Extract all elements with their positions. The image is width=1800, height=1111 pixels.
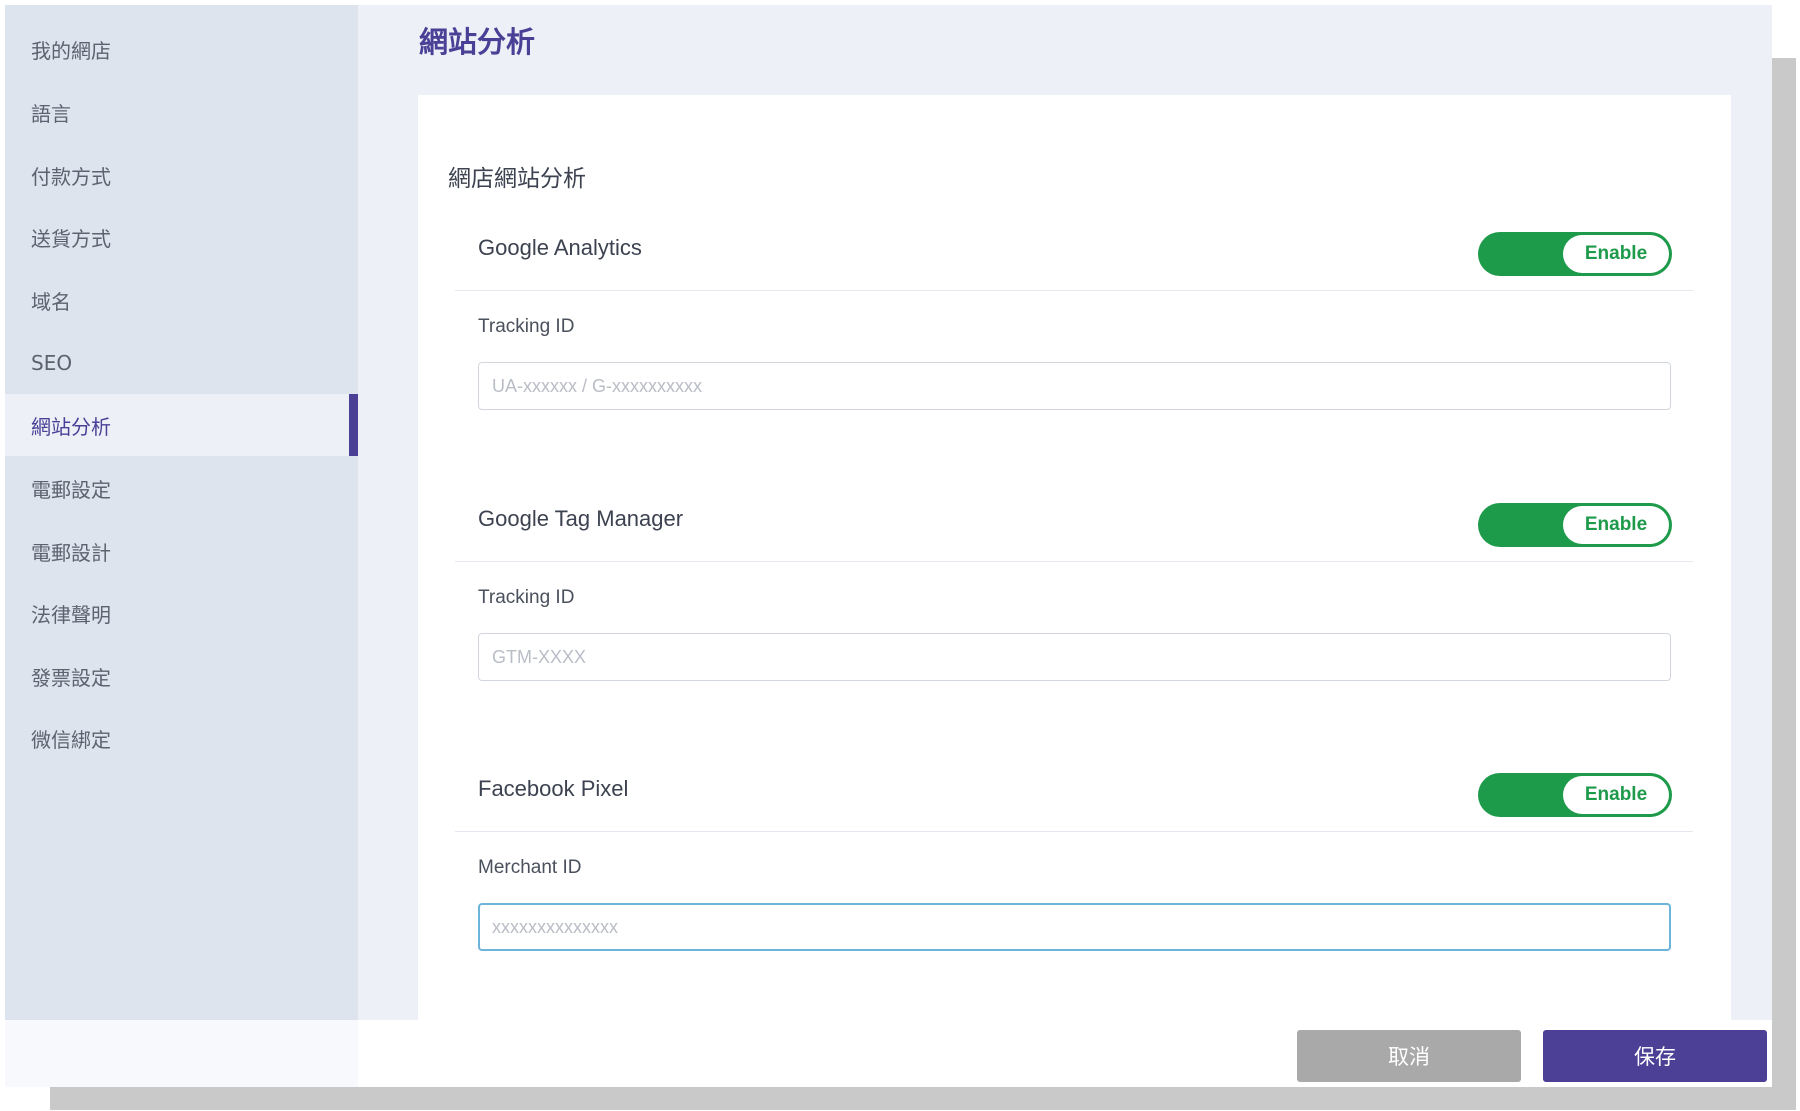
sidebar-item-payment[interactable]: 付款方式 xyxy=(5,144,358,206)
sidebar-item-domain[interactable]: 域名 xyxy=(5,269,358,331)
field-label: Merchant ID xyxy=(478,857,582,878)
sidebar-item-label: 法律聲明 xyxy=(31,602,111,627)
sidebar-item-email-settings[interactable]: 電郵設定 xyxy=(5,457,358,519)
facebook-pixel-merchant-id-input[interactable] xyxy=(478,903,1671,951)
google-tag-manager-toggle[interactable]: Enable xyxy=(1478,503,1672,547)
footer-bar: 取消 保存 xyxy=(5,1020,1772,1087)
toggle-label: Enable xyxy=(1563,235,1669,273)
sidebar-item-label: 送貨方式 xyxy=(31,226,111,251)
divider xyxy=(455,561,1693,562)
service-name: Google Analytics xyxy=(478,235,642,260)
sidebar-item-email-design[interactable]: 電郵設計 xyxy=(5,520,358,582)
sidebar-item-label: 網站分析 xyxy=(31,414,111,439)
save-button[interactable]: 保存 xyxy=(1543,1030,1767,1082)
sidebar-item-label: 我的網店 xyxy=(31,38,111,63)
sidebar-item-label: 電郵設定 xyxy=(31,477,111,502)
sidebar-item-label: 付款方式 xyxy=(31,164,111,189)
sidebar-item-shipping[interactable]: 送貨方式 xyxy=(5,206,358,268)
sidebar-item-wechat[interactable]: 微信綁定 xyxy=(5,707,358,769)
field-label: Tracking ID xyxy=(478,587,575,608)
sidebar-item-label: 域名 xyxy=(31,289,71,314)
sidebar-item-invoice[interactable]: 發票設定 xyxy=(5,645,358,707)
sidebar-item-label: 語言 xyxy=(31,101,71,126)
sidebar-item-label: SEO xyxy=(31,351,73,375)
sidebar-item-label: 電郵設計 xyxy=(31,540,111,565)
sidebar-item-seo[interactable]: SEO xyxy=(5,332,358,394)
sidebar-item-language[interactable]: 語言 xyxy=(5,81,358,143)
card-title: 網店網站分析 xyxy=(448,166,586,192)
divider xyxy=(455,831,1693,832)
analytics-card: 網店網站分析 Google Analytics Enable Tracking … xyxy=(418,95,1731,1020)
sidebar-item-label: 發票設定 xyxy=(31,665,111,690)
divider xyxy=(455,290,1693,291)
sidebar-item-analytics[interactable]: 網站分析 xyxy=(5,394,358,456)
facebook-pixel-toggle[interactable]: Enable xyxy=(1478,773,1672,817)
toggle-label: Enable xyxy=(1563,776,1669,814)
app-window: 我的網店 語言 付款方式 送貨方式 域名 SEO 網站分析 電郵設定 電郵設計 … xyxy=(5,5,1772,1087)
google-tag-manager-tracking-id-input[interactable] xyxy=(478,633,1671,681)
service-name: Facebook Pixel xyxy=(478,776,629,801)
page-title: 網站分析 xyxy=(419,25,536,59)
sidebar-item-legal[interactable]: 法律聲明 xyxy=(5,582,358,644)
service-name: Google Tag Manager xyxy=(478,506,684,531)
cancel-button[interactable]: 取消 xyxy=(1297,1030,1521,1082)
toggle-label: Enable xyxy=(1563,506,1669,544)
footer-sidebar-strip xyxy=(5,1020,358,1087)
field-label: Tracking ID xyxy=(478,316,575,337)
google-analytics-tracking-id-input[interactable] xyxy=(478,362,1671,410)
sidebar-item-label: 微信綁定 xyxy=(31,727,111,752)
google-analytics-toggle[interactable]: Enable xyxy=(1478,232,1672,276)
sidebar: 我的網店 語言 付款方式 送貨方式 域名 SEO 網站分析 電郵設定 電郵設計 … xyxy=(5,5,358,1020)
sidebar-item-my-shop[interactable]: 我的網店 xyxy=(5,18,358,80)
